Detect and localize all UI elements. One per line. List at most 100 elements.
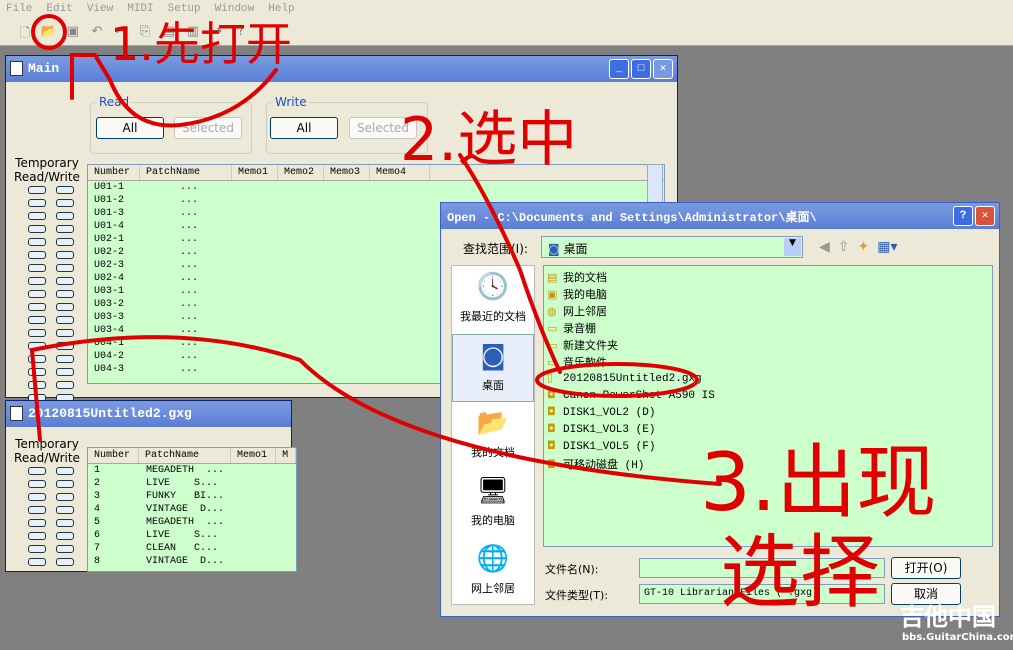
col-patchname[interactable]: PatchName (139, 448, 231, 463)
new-folder-icon[interactable]: ✦ (858, 239, 870, 255)
write-all-button[interactable]: All (270, 117, 338, 139)
temp-slot-button[interactable] (28, 545, 46, 553)
maximize-button[interactable]: □ (631, 59, 651, 79)
place-my-computer[interactable]: 🖥 我的电脑 (452, 470, 534, 538)
table-row[interactable]: 6 LIVE S... (88, 529, 296, 542)
minimize-button[interactable]: _ (609, 59, 629, 79)
filetype-select[interactable]: GT-10 Librarian Files (*.gxg) (639, 584, 885, 604)
undo-icon[interactable]: ↶ (88, 24, 106, 41)
temp-slot-button[interactable] (56, 303, 74, 311)
temp-slot-button[interactable] (28, 342, 46, 350)
view-menu-icon[interactable]: ▦▾ (877, 239, 897, 255)
temp-slot-button[interactable] (56, 290, 74, 298)
place-recent[interactable]: 🕓 我最近的文档 (452, 266, 534, 334)
read-all-button[interactable]: All (96, 117, 164, 139)
col-number[interactable]: Number (88, 165, 140, 180)
file-item[interactable]: ◍ 网上邻居 (547, 303, 989, 320)
filename-input[interactable] (639, 558, 885, 578)
file-item[interactable]: ▯ 20120815Untitled2.gxg (547, 371, 989, 388)
read-selected-button[interactable]: Selected (174, 117, 242, 139)
help-button[interactable]: ? (953, 206, 973, 226)
temp-slot-button[interactable] (56, 277, 74, 285)
temp-slot-button[interactable] (28, 290, 46, 298)
temp-slot-button[interactable] (28, 212, 46, 220)
paste2-icon[interactable]: ▥ (184, 24, 202, 41)
temp-slot-button[interactable] (56, 545, 74, 553)
col-number[interactable]: Number (88, 448, 140, 463)
arrow-icon[interactable]: ➜ (208, 24, 226, 41)
temp-slot-button[interactable] (28, 199, 46, 207)
temp-slot-button[interactable] (56, 558, 74, 566)
table-row[interactable]: 3 FUNKY BI... (88, 490, 296, 503)
write-selected-button[interactable]: Selected (349, 117, 417, 139)
col-memo1[interactable]: Memo1 (231, 448, 277, 463)
temp-slot-button[interactable] (56, 368, 74, 376)
menu-edit[interactable]: Edit (46, 3, 72, 17)
place-network[interactable]: 🌐 网上邻居 (452, 538, 534, 606)
main-title-bar[interactable]: Main _ □ ✕ (6, 56, 677, 82)
temp-slot-button[interactable] (56, 342, 74, 350)
file-item[interactable]: ◘ DISK1_VOL2 (D) (547, 405, 989, 422)
temp-slot-button[interactable] (56, 199, 74, 207)
temp-slot-button[interactable] (28, 368, 46, 376)
temp-slot-button[interactable] (56, 355, 74, 363)
close-button[interactable]: ✕ (975, 206, 995, 226)
temp-slot-button[interactable] (56, 264, 74, 272)
temp-slot-button[interactable] (56, 329, 74, 337)
temp-slot-button[interactable] (56, 238, 74, 246)
temp-slot-button[interactable] (56, 381, 74, 389)
temp-slot-button[interactable] (28, 303, 46, 311)
temp-slot-button[interactable] (28, 225, 46, 233)
temp-slot-button[interactable] (56, 251, 74, 259)
chevron-down-icon[interactable]: ▼ (784, 238, 801, 256)
file-item[interactable]: ◘ 可移动磁盘 (H) (547, 456, 989, 473)
menu-setup[interactable]: Setup (168, 3, 201, 17)
save-icon[interactable]: ▣ (64, 24, 82, 41)
close-button[interactable]: ✕ (653, 59, 673, 79)
table-row[interactable]: 1 MEGADETH ... (88, 464, 296, 477)
file-item[interactable]: ◘ Canon PowerShot A590 IS (547, 388, 989, 405)
look-in-dropdown[interactable]: ◙ 桌面 ▼ (541, 236, 803, 258)
open-folder-icon[interactable]: 📂 (40, 24, 58, 41)
menu-window[interactable]: Window (215, 3, 255, 17)
file-item[interactable]: ▭ 新建文件夹 (547, 337, 989, 354)
dialog-title-bar[interactable]: Open - C:\Documents and Settings\Adminis… (441, 203, 999, 229)
temp-slot-button[interactable] (56, 480, 74, 488)
file-item[interactable]: ◘ DISK1_VOL3 (E) (547, 422, 989, 439)
col-memo4[interactable]: Memo4 (370, 165, 430, 180)
temp-slot-button[interactable] (56, 212, 74, 220)
temp-slot-button[interactable] (28, 329, 46, 337)
temp-slot-button[interactable] (56, 225, 74, 233)
temp-slot-button[interactable] (28, 506, 46, 514)
menu-help[interactable]: Help (268, 3, 294, 17)
temp-slot-button[interactable] (56, 186, 74, 194)
menu-view[interactable]: View (87, 3, 113, 17)
temp-slot-button[interactable] (28, 264, 46, 272)
temp-slot-button[interactable] (56, 532, 74, 540)
temp-slot-button[interactable] (28, 381, 46, 389)
file-list[interactable]: ▤ 我的文档 ▣ 我的电脑 ◍ 网上邻居 ▭ 录音棚 ▭ 新建文件夹 ▭ 音乐軟件 ▯ 20120815U… (543, 265, 993, 547)
cut-icon[interactable]: ✂ (112, 24, 130, 41)
back-icon[interactable]: ◀ (819, 239, 830, 255)
temp-slot-button[interactable] (28, 186, 46, 194)
place-my-documents[interactable]: 📂 我的文档 (452, 402, 534, 470)
menu-file[interactable]: File (6, 3, 32, 17)
file-title-bar[interactable]: 20120815Untitled2.gxg (6, 401, 291, 427)
temp-slot-button[interactable] (28, 238, 46, 246)
col-memo1[interactable]: Memo1 (232, 165, 278, 180)
up-folder-icon[interactable]: ⇧ (838, 239, 850, 255)
file-item[interactable]: ▤ 我的文档 (547, 269, 989, 286)
table-row[interactable]: 8 VINTAGE D... (88, 555, 296, 568)
col-memo3[interactable]: Memo3 (324, 165, 370, 180)
col-memo2[interactable]: M (276, 448, 296, 463)
temp-slot-button[interactable] (28, 355, 46, 363)
temp-slot-button[interactable] (28, 493, 46, 501)
col-memo2[interactable]: Memo2 (278, 165, 324, 180)
col-patchname[interactable]: PatchName (140, 165, 232, 180)
vertical-scrollbar[interactable] (647, 164, 663, 204)
temp-slot-button[interactable] (56, 316, 74, 324)
temp-slot-button[interactable] (28, 277, 46, 285)
menu-midi[interactable]: MIDI (127, 3, 153, 17)
help-icon[interactable]: ? (232, 24, 250, 41)
file-item[interactable]: ▣ 我的电脑 (547, 286, 989, 303)
